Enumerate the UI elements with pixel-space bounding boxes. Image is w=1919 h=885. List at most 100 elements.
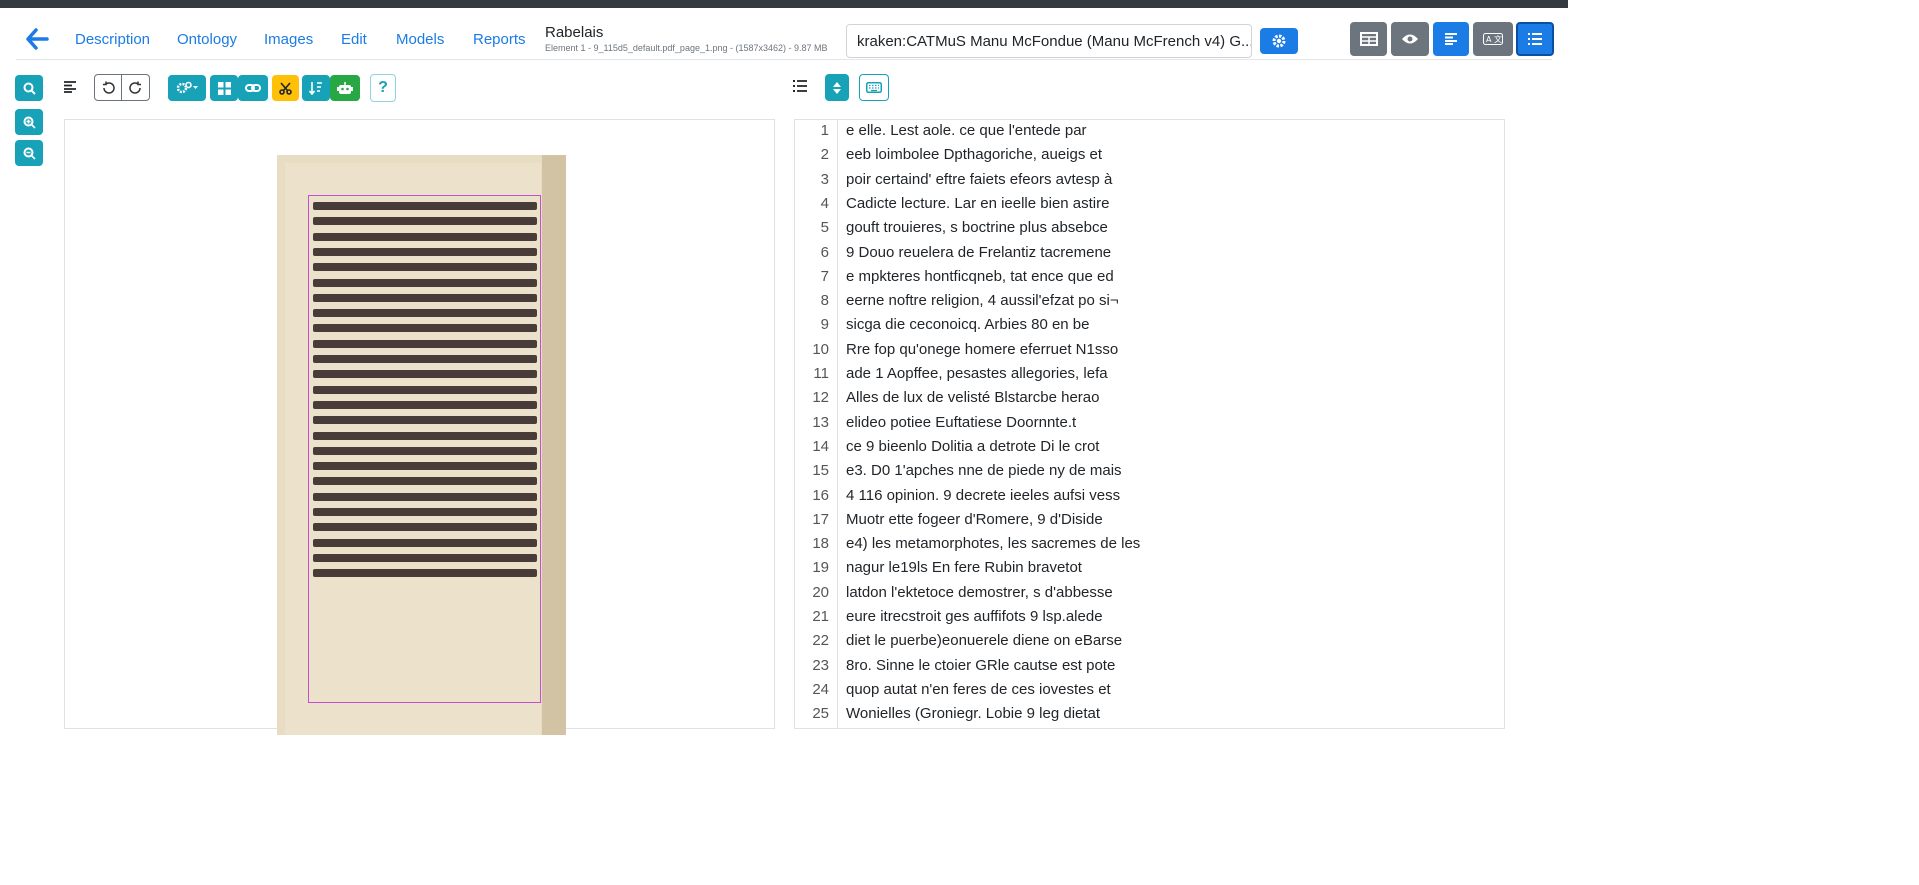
text-line-stroke[interactable] [313, 293, 537, 302]
text-line-stroke[interactable] [313, 416, 537, 425]
list-ol-icon [793, 80, 807, 92]
transcription-line[interactable]: Rre fop qu'onege homere eferruet N1sso [846, 341, 1118, 358]
text-line-stroke[interactable] [313, 202, 537, 210]
nav-ontology[interactable]: Ontology [177, 31, 237, 48]
line-list-view-button[interactable] [1516, 22, 1554, 56]
sort-lines-button[interactable] [825, 74, 849, 101]
sort-icon [833, 81, 841, 94]
search-button[interactable] [15, 75, 43, 101]
nav-description[interactable]: Description [75, 31, 150, 48]
segmentation-toggle[interactable] [58, 76, 82, 98]
transcription-line[interactable]: nagur le19ls En fere Rubin bravetot [846, 559, 1082, 576]
grid-icon [217, 81, 231, 95]
text-line-stroke[interactable] [313, 247, 537, 256]
line-number: 18 [812, 535, 829, 552]
cut-button[interactable] [272, 75, 299, 101]
text-line-stroke[interactable] [313, 523, 537, 532]
text-line-stroke[interactable] [313, 538, 537, 547]
line-number: 23 [812, 657, 829, 674]
back-arrow-icon[interactable] [24, 26, 50, 52]
text-line-stroke[interactable] [313, 339, 537, 348]
table-view-button[interactable] [1350, 22, 1387, 56]
zoom-in-button[interactable] [15, 109, 43, 135]
transcription-line[interactable]: eure itrecstroit ges auffifots 9 lsp.ale… [846, 608, 1103, 625]
transcription-line[interactable]: poir certaind' eftre faiets efeors avtes… [846, 171, 1112, 188]
text-line-stroke[interactable] [313, 400, 537, 409]
line-number: 6 [820, 244, 829, 261]
transcription-line[interactable]: diet le puerbe)eonuerele diene on eBarse [846, 632, 1122, 649]
nav-models[interactable]: Models [396, 31, 444, 48]
transcription-line[interactable]: e4) les metamorphotes, les sacremes de l… [846, 535, 1140, 552]
text-line-stroke[interactable] [313, 553, 537, 562]
model-select[interactable]: kraken:CATMuS Manu McFondue (Manu McFren… [846, 24, 1252, 58]
redo-button[interactable] [121, 74, 150, 101]
transcription-line[interactable]: e3. D0 1'apches nne de piede ny de mais [846, 462, 1122, 479]
search-icon [23, 82, 36, 95]
text-line-stroke[interactable] [313, 309, 537, 318]
help-button[interactable]: ? [370, 74, 396, 102]
text-line-stroke[interactable] [313, 431, 537, 440]
text-line-stroke[interactable] [313, 370, 537, 379]
transcription-line[interactable]: Wonielles (Groniegr. Lobie 9 leg dietat [846, 705, 1100, 722]
align-left-icon [1445, 33, 1457, 45]
line-number: 15 [812, 462, 829, 479]
top-bar [0, 0, 1568, 8]
text-line-stroke[interactable] [313, 217, 537, 226]
reorder-button[interactable] [302, 75, 330, 101]
gears-icon [176, 81, 198, 94]
virtual-keyboard-button[interactable] [859, 74, 889, 101]
line-number: 4 [820, 195, 829, 212]
undo-button[interactable] [94, 74, 122, 101]
transcription-line[interactable]: e elle. Lest aole. ce que l'entede par [846, 122, 1087, 139]
translate-view-button[interactable]: A文 [1473, 22, 1513, 56]
text-line-stroke[interactable] [313, 263, 537, 272]
nav-reports[interactable]: Reports [473, 31, 526, 48]
text-line-stroke[interactable] [313, 232, 537, 241]
text-line-stroke[interactable] [313, 278, 537, 287]
text-line-stroke[interactable] [313, 569, 537, 578]
transcription-line[interactable]: eerne noftre religion, 4 aussil'efzat po… [846, 292, 1119, 309]
auto-segment-button[interactable] [330, 75, 360, 101]
transcription-line[interactable]: sicga die ceconoicq. Arbies 80 en be [846, 316, 1090, 333]
transcription-line[interactable]: latdon l'ektetoce demostrer, s d'abbesse [846, 584, 1113, 601]
text-line-stroke[interactable] [313, 508, 537, 516]
transcription-line[interactable]: ce 9 bieenlo Dolitia a detrote Di le cro… [846, 438, 1099, 455]
line-number: 14 [812, 438, 829, 455]
transcription-line[interactable]: e mpkteres hontficqneb, tat ence que ed [846, 268, 1114, 285]
transcription-line[interactable]: 9 Douo reuelera de Frelantiz tacremene [846, 244, 1111, 261]
transcription-line[interactable]: Alles de lux de velisté Blstarcbe herao [846, 389, 1099, 406]
transcription-line[interactable]: 4 116 opinion. 9 decrete ieeles aufsi ve… [846, 487, 1120, 504]
nav-edit[interactable]: Edit [341, 31, 367, 48]
translate-icon: A文 [1483, 33, 1503, 45]
line-number: 10 [812, 341, 829, 358]
link-lines-button[interactable] [238, 75, 268, 101]
transcription-line[interactable]: 8ro. Sinne le ctoier GRle cautse est pot… [846, 657, 1115, 674]
preview-button[interactable] [1391, 22, 1429, 56]
line-numbers-toggle[interactable] [788, 74, 812, 98]
manuscript-page-image[interactable] [277, 155, 566, 735]
eye-icon [1402, 34, 1418, 44]
line-number: 9 [820, 316, 829, 333]
nav-images[interactable]: Images [264, 31, 313, 48]
align-left-icon [64, 81, 76, 93]
text-line-stroke[interactable] [313, 446, 537, 455]
model-settings-button[interactable] [1260, 28, 1298, 54]
text-line-stroke[interactable] [313, 477, 537, 486]
zoom-out-button[interactable] [15, 140, 43, 166]
grid-select-button[interactable] [210, 75, 238, 101]
list-ol-icon [1528, 33, 1542, 45]
text-view-button[interactable] [1433, 22, 1469, 56]
text-line-stroke[interactable] [313, 492, 537, 501]
transcription-line[interactable]: Cadicte lecture. Lar en ieelle bien asti… [846, 195, 1109, 212]
transcription-line[interactable]: eeb loimbolee Dpthagoriche, aueigs et [846, 146, 1102, 163]
transcription-line[interactable]: Muotr ette fogeer d'Romere, 9 d'Diside [846, 511, 1103, 528]
tools-dropdown-button[interactable] [168, 75, 206, 101]
text-line-stroke[interactable] [313, 355, 537, 363]
transcription-line[interactable]: gouft trouieres, s boctrine plus absebce [846, 219, 1108, 236]
text-line-stroke[interactable] [313, 324, 537, 333]
transcription-line[interactable]: ade 1 Aopffee, pesastes allegories, lefa [846, 365, 1108, 382]
text-line-stroke[interactable] [313, 462, 537, 471]
transcription-line[interactable]: quop autat n'en feres de ces iovestes et [846, 681, 1111, 698]
text-line-stroke[interactable] [313, 385, 537, 394]
transcription-line[interactable]: elideo potiee Euftatiese Doornnte.t [846, 414, 1076, 431]
